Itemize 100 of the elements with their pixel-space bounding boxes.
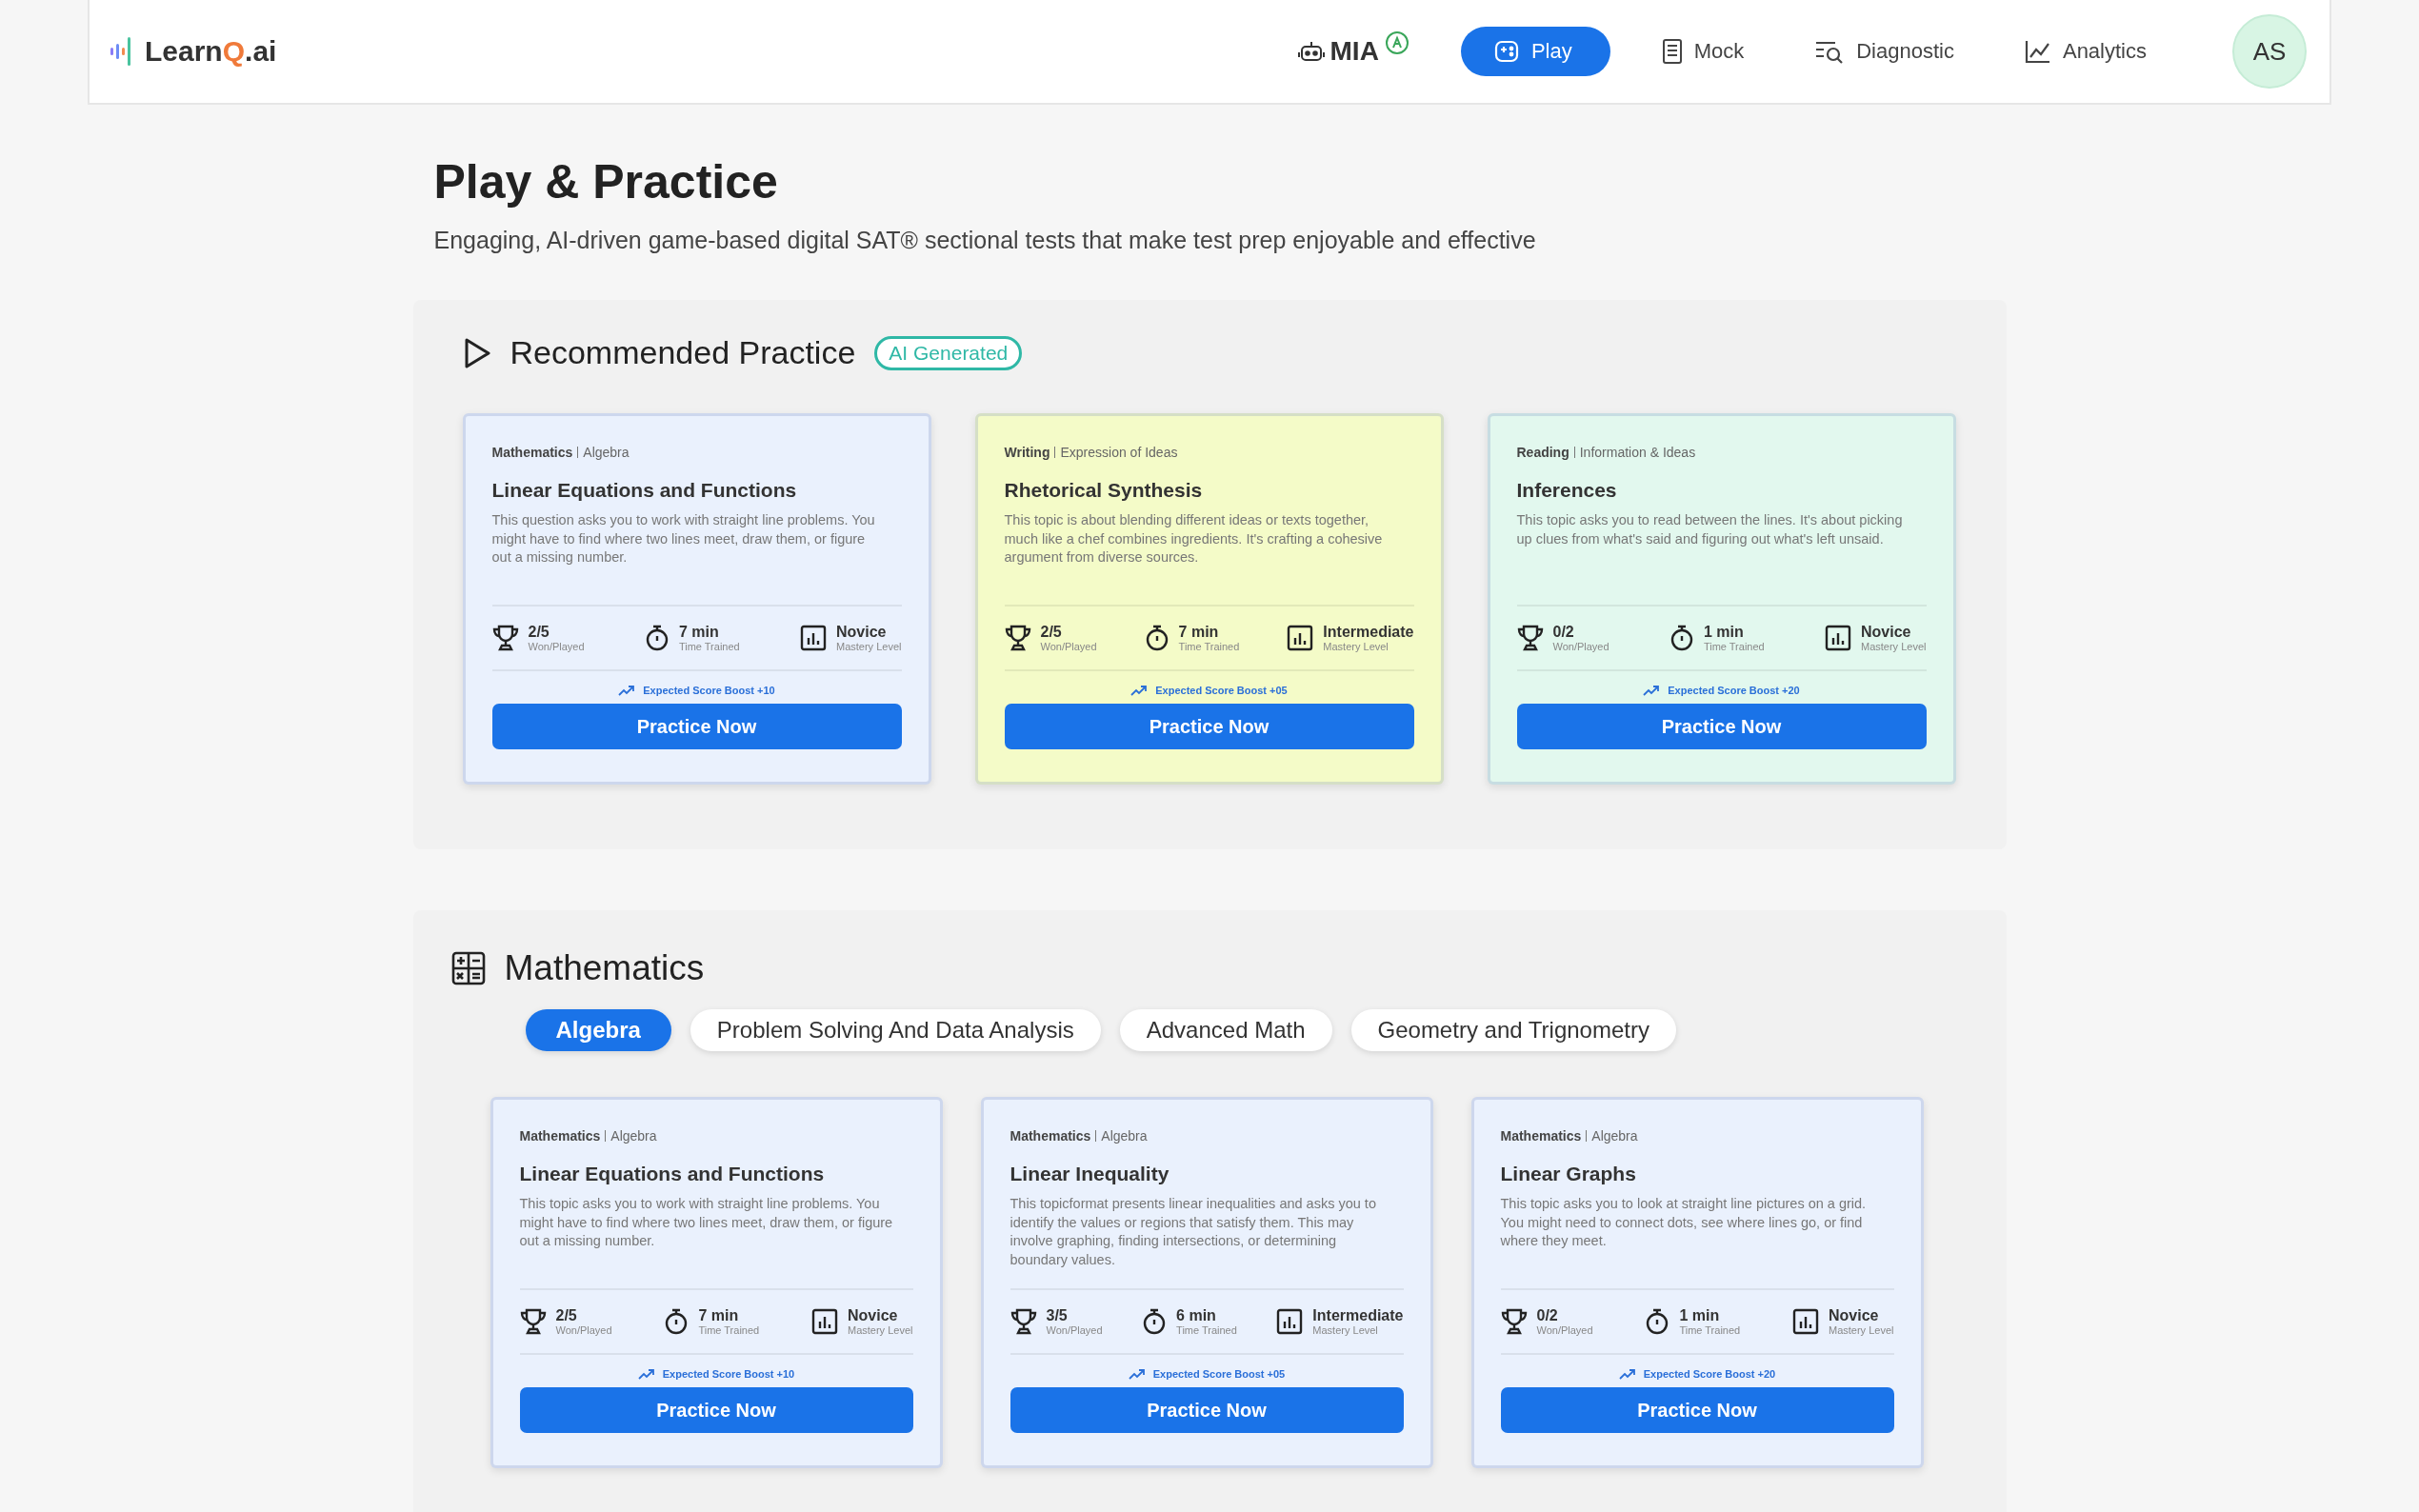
stat-value: 7 min <box>678 624 720 641</box>
trophy-icon <box>1004 624 1031 652</box>
nav-tab[interactable]: Mock <box>1642 27 1764 76</box>
card-description: This topicformat presents linear inequalities and asks you to identify the values or regions that satisfy them. This may involve graphing, finding intersections, or determining boundary values. <box>1010 1195 1377 1270</box>
topic-tab[interactable]: Geometry and Trignometry <box>1350 1009 1676 1051</box>
practice-now-button[interactable]: Practice Now <box>1010 1387 1404 1433</box>
stat-value: 0/2 <box>1552 624 1575 641</box>
stat-value: 2/5 <box>1040 624 1063 641</box>
stat-value: 7 min <box>698 1307 740 1324</box>
line-chart-icon <box>2024 39 2051 64</box>
stopwatch-icon <box>1669 624 1694 652</box>
trophy-icon <box>1010 1307 1037 1336</box>
card-description: This question asks you to work with straight line problems. You might have to find where two lines meet, draw them, or figure out a missing number. <box>491 511 876 567</box>
trend-up-icon <box>1643 685 1661 696</box>
card-subject: Mathematics <box>1010 1128 1091 1144</box>
nav-tab[interactable]: Analytics <box>2005 28 2166 75</box>
stat-value: 2/5 <box>555 1307 578 1324</box>
score-boost: Expected Score Boost +20 <box>1643 1368 1776 1380</box>
bar-chart-icon <box>1287 625 1314 651</box>
card-title: Inferences <box>1516 479 1618 502</box>
nav-tab[interactable]: Play <box>1460 27 1610 76</box>
card-topic: Expression of Ideas <box>1060 445 1178 460</box>
trend-up-icon <box>618 685 636 696</box>
ai-generated-badge: AI Generated <box>874 335 1023 370</box>
bar-chart-icon <box>1825 625 1851 651</box>
trend-up-icon <box>1128 1368 1146 1380</box>
ai-badge-icon <box>1384 30 1409 55</box>
trophy-icon <box>491 624 519 652</box>
stat-label: Mastery Level <box>848 1324 913 1336</box>
score-boost: Expected Score Boost +10 <box>643 685 775 696</box>
stat-value: Novice <box>1829 1307 1880 1324</box>
stopwatch-icon <box>1142 1307 1168 1336</box>
bar-chart-icon <box>800 625 827 651</box>
stopwatch-icon <box>644 624 670 652</box>
card-description: This topic is about blending different ideas or texts together, much like a chef combines ingredients. It's crafting a cohesive argument from diverse sources. <box>1004 511 1384 567</box>
stat-label: Time Trained <box>1176 1324 1237 1336</box>
practice-now-button[interactable]: Practice Now <box>491 704 902 749</box>
topic-tab[interactable]: Problem Solving And Data Analysis <box>690 1009 1101 1051</box>
stat-value: 1 min <box>1703 624 1745 641</box>
document-icon <box>1661 38 1683 65</box>
card-title: Linear Graphs <box>1500 1163 1637 1185</box>
card-topic: Algebra <box>610 1128 657 1144</box>
card-title: Linear Equations and Functions <box>519 1163 826 1185</box>
nav-tab[interactable]: MIA <box>1278 25 1429 78</box>
stopwatch-icon <box>1144 624 1170 652</box>
trend-up-icon <box>1618 1368 1636 1380</box>
stat-label: Time Trained <box>1679 1324 1741 1336</box>
practice-now-button[interactable]: Practice Now <box>1004 704 1414 749</box>
card-description: This topic asks you to read between the lines. It's about picking up clues from what's said and figuring out what's left unsaid. <box>1516 511 1904 548</box>
stat-label: Mastery Level <box>1861 641 1927 652</box>
stat-value: Novice <box>848 1307 899 1324</box>
score-boost: Expected Score Boost +05 <box>1155 685 1288 696</box>
user-avatar[interactable]: AS <box>2232 14 2307 89</box>
stat-value: 1 min <box>1679 1307 1721 1324</box>
stat-value: 6 min <box>1176 1307 1217 1324</box>
gamepad-icon <box>1492 38 1520 65</box>
stat-label: Won/Played <box>1046 1324 1103 1336</box>
calculator-icon <box>450 951 486 985</box>
trend-up-icon <box>1130 685 1149 696</box>
stat-label: Won/Played <box>1552 641 1609 652</box>
card-title: Rhetorical Synthesis <box>1004 479 1204 502</box>
trophy-icon <box>519 1307 547 1336</box>
stat-value: 7 min <box>1178 624 1220 641</box>
nav-tab[interactable]: Diagnostic <box>1795 28 1973 75</box>
stat-label: Time Trained <box>1178 641 1240 652</box>
topic-tab[interactable]: Advanced Math <box>1119 1009 1332 1051</box>
card-subject: Mathematics <box>1500 1128 1582 1144</box>
bar-chart-icon <box>811 1308 838 1335</box>
score-boost: Expected Score Boost +10 <box>662 1368 795 1380</box>
stat-value: 3/5 <box>1046 1307 1069 1324</box>
card-description: This topic asks you to work with straight line problems. You might have to find where two lines meet, draw them, or figure out a missing number. <box>519 1195 894 1251</box>
stopwatch-icon <box>664 1307 690 1336</box>
logo-text: LearnQ.ai <box>145 35 277 68</box>
stat-label: Mastery Level <box>836 641 902 652</box>
card-title: Linear Equations and Functions <box>491 479 798 502</box>
stat-value: Intermediate <box>1312 1307 1404 1324</box>
page-title: Play & Practice <box>433 154 779 209</box>
score-boost: Expected Score Boost +20 <box>1668 685 1800 696</box>
stat-label: Mastery Level <box>1312 1324 1379 1336</box>
card-title: Linear Inequality <box>1010 1163 1170 1185</box>
topic-tab[interactable]: Algebra <box>525 1009 671 1051</box>
stat-label: Mastery Level <box>1829 1324 1894 1336</box>
trophy-icon <box>1516 624 1544 652</box>
card-topic: Algebra <box>583 445 630 460</box>
stat-label: Won/Played <box>1536 1324 1593 1336</box>
score-boost: Expected Score Boost +05 <box>1152 1368 1286 1380</box>
stat-label: Won/Played <box>1040 641 1097 652</box>
practice-now-button[interactable]: Practice Now <box>1516 704 1927 749</box>
stat-value: Novice <box>836 624 888 641</box>
stat-value: Intermediate <box>1323 624 1414 641</box>
practice-now-button[interactable]: Practice Now <box>1500 1387 1894 1433</box>
section-title: Mathematics <box>504 948 705 988</box>
bar-chart-icon <box>1276 1308 1304 1335</box>
stat-label: Won/Played <box>555 1324 612 1336</box>
stat-label: Mastery Level <box>1323 641 1389 652</box>
practice-now-button[interactable]: Practice Now <box>519 1387 913 1433</box>
trend-up-icon <box>637 1368 655 1380</box>
card-subject: Reading <box>1516 445 1569 460</box>
card-subject: Mathematics <box>519 1128 601 1144</box>
card-subject: Mathematics <box>491 445 573 460</box>
